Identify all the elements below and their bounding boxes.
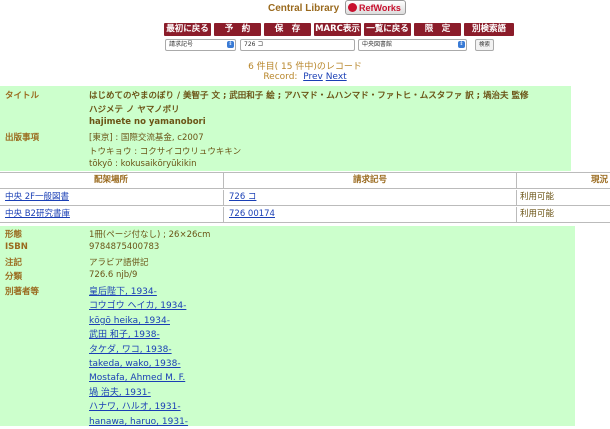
refworks-logo-icon (348, 3, 357, 12)
author-link[interactable]: hanawa, haruo, 1931- (89, 415, 188, 429)
holding-status: 利用可能 (516, 207, 610, 222)
header-callno: 請求記号 (223, 173, 516, 188)
record-count: 6 件目( 15 件中)のレコード (248, 62, 362, 72)
search-input-value: 726 コ (244, 41, 264, 48)
holding-callno: 726 コ (223, 190, 515, 205)
title-label: タイトル (5, 91, 40, 101)
author-link[interactable]: 武田 和子, 1938- (89, 328, 188, 342)
callno-link[interactable]: 726 コ (229, 192, 256, 202)
publication-romaji: tōkyō : kokusaikōryūkikin (89, 159, 197, 169)
isbn-label: ISBN (5, 242, 28, 252)
location-link[interactable]: 中央 B2研究書庫 (5, 209, 70, 219)
library-select-value: 中央図書館 (362, 41, 393, 48)
details-block (0, 226, 575, 426)
holding-location: 中央 2F一般図書 (0, 190, 222, 205)
classification-label: 分類 (5, 272, 23, 282)
table-row: 中央 B2研究書庫 726 00174 利用可能 (0, 207, 610, 223)
author-link[interactable]: 堝 治夫, 1931- (89, 386, 188, 400)
header-status: 現況 (516, 173, 610, 188)
author-link[interactable]: kōgō heika, 1934- (89, 314, 188, 328)
other-authors-label: 別著者等 (5, 287, 40, 297)
author-link[interactable]: 皇后陛下, 1934- (89, 285, 188, 299)
publication-label: 出版事項 (5, 133, 40, 143)
dropdown-arrow-icon: ⇕ (227, 41, 234, 48)
another-search-button[interactable]: 別検索語 (464, 23, 514, 36)
note-label: 注記 (5, 258, 23, 268)
prev-link[interactable]: Prev (303, 72, 323, 82)
holding-callno: 726 00174 (223, 207, 515, 222)
author-link[interactable]: コウゴウ ヘイカ, 1934- (89, 299, 188, 313)
reserve-button[interactable]: 予 約 (214, 23, 261, 36)
title-kana: ハジメテ ノ ヤマノボリ (89, 105, 180, 115)
holdings-header-row: 配架場所 請求記号 現況 (0, 173, 610, 189)
classification-value: 726.6 njb/9 (89, 270, 138, 280)
record-label: Record: (263, 72, 298, 82)
callno-link[interactable]: 726 00174 (229, 209, 275, 219)
save-button[interactable]: 保 存 (264, 23, 311, 36)
limit-button[interactable]: 限 定 (414, 23, 461, 36)
start-over-button[interactable]: 最初に戻る (164, 23, 211, 36)
note-value: アラビア語併記 (89, 258, 149, 268)
search-button[interactable]: 検索 (475, 39, 494, 51)
library-select[interactable]: 中央図書館 ⇕ (358, 39, 467, 51)
next-link[interactable]: Next (326, 72, 347, 82)
header-location: 配架場所 (93, 175, 128, 185)
return-to-list-button[interactable]: 一覧に戻る (364, 23, 411, 36)
author-link[interactable]: Mostafa, Ahmed M. F. (89, 371, 188, 385)
holding-location: 中央 B2研究書庫 (0, 207, 222, 222)
isbn-value: 9784875400783 (89, 242, 160, 252)
format-label: 形態 (5, 230, 23, 240)
title-value: はじめてのやまのぼり / 美智子 文 ; 武田和子 絵 ; アハマド・ムハンマド… (89, 91, 529, 101)
author-link[interactable]: ハナワ, ハルオ, 1931- (89, 400, 188, 414)
authors-list: 皇后陛下, 1934- コウゴウ ヘイカ, 1934- kōgō heika, … (89, 285, 188, 429)
dropdown-arrow-icon: ⇕ (458, 41, 465, 48)
publication-value: [東京] : 国際交流基金, c2007 (89, 133, 204, 143)
search-field-value: 請求記号 (169, 41, 194, 48)
holdings-table: 配架場所 請求記号 現況 中央 2F一般図書 726 コ 利用可能 中央 B2研… (0, 172, 610, 223)
record-nav: Record: Prev Next (0, 72, 610, 82)
refworks-label: RefWorks (359, 2, 401, 13)
search-field-select[interactable]: 請求記号 ⇕ (165, 39, 236, 51)
table-row: 中央 2F一般図書 726 コ 利用可能 (0, 190, 610, 206)
title-romaji: hajimete no yamanobori (89, 117, 206, 127)
marc-display-button[interactable]: MARC表示 (314, 23, 361, 36)
author-link[interactable]: takeda, wako, 1938- (89, 357, 188, 371)
location-link[interactable]: 中央 2F一般図書 (5, 192, 69, 202)
holding-status: 利用可能 (516, 190, 610, 205)
refworks-button[interactable]: RefWorks (345, 0, 406, 15)
author-link[interactable]: タケダ, ワコ, 1938- (89, 343, 188, 357)
library-title: Central Library (268, 3, 340, 14)
format-value: 1冊(ページ付なし) ; 26×26cm (89, 230, 211, 240)
publication-kana: トウキョウ : コクサイコウリュウキキン (89, 147, 242, 157)
search-input[interactable]: 726 コ (240, 39, 355, 51)
